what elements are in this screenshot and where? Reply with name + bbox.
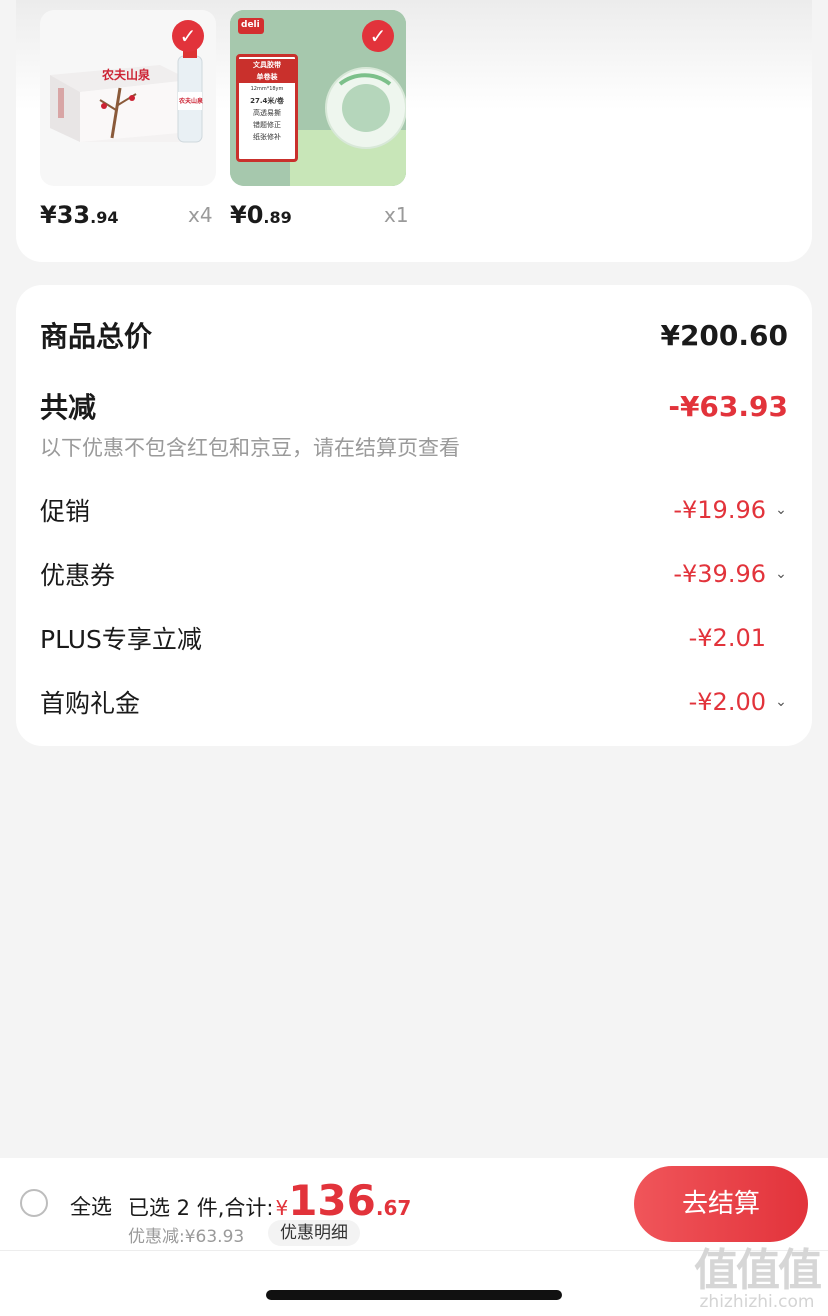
total-price-row: 商品总价 ¥200.60 [40,315,788,355]
promo-label: 促销 [40,497,91,526]
tape-line-2: 单卷装 [239,71,295,83]
tape-line-4: 27.4米/卷 [250,97,284,105]
home-indicator [266,1290,562,1300]
total-decimal: .67 [375,1196,412,1220]
tape-label-panel: 文具胶带 单卷装 12mm*18ym 27.4米/卷 高透易撕 错题修正 纸张修… [236,54,298,162]
plus-label: PLUS专享立减 [40,625,202,654]
total-reduce-row: 共减 -¥63.93 [40,386,788,426]
total-integer: 136 [288,1176,376,1225]
tape-line-1: 文具胶带 [239,59,295,71]
discount-detail-button[interactable]: 优惠明细 [268,1220,360,1246]
watermark: 值值值 zhizhizhi.com [694,1234,822,1312]
bottle-label-text: 农夫山泉 [179,98,204,105]
total-price-label: 商品总价 [40,320,153,353]
select-all-label[interactable]: 全选 [70,1191,112,1221]
discount-row-first-purchase[interactable]: 首购礼金 -¥2.00 ⌄ [40,684,788,720]
total-reduce-label: 共减 [40,391,97,424]
selected-count-text: 已选 2 件,合计: [128,1196,274,1220]
product-2-checkbox[interactable]: ✓ [362,20,394,52]
total-price-value: ¥200.60 [660,318,788,352]
product-2-quantity: x1 [384,203,409,227]
discount-text: 优惠减:¥63.93 [128,1227,245,1247]
discount-row-plus: PLUS专享立减 -¥2.01⌄ [40,620,788,656]
price-summary-card: 商品总价 ¥200.60 共减 -¥63.93 以下优惠不包含红包和京豆，请在结… [16,285,812,746]
chevron-down-icon[interactable]: ⌄ [774,566,788,582]
tape-line-3: 12mm*18ym [250,86,284,92]
product-1-checkbox[interactable]: ✓ [172,20,204,52]
promo-value: -¥19.96 [673,496,766,524]
total-reduce-value: -¥63.93 [668,389,788,423]
select-all-checkbox[interactable] [20,1189,48,1217]
coupon-value: -¥39.96 [673,560,766,588]
watermark-url: zhizhizhi.com [699,1292,815,1312]
plus-value: -¥2.01 [688,624,766,652]
box-text: 农夫山泉 [102,68,151,82]
tape-line-6: 错题修正 [253,121,281,129]
product-1-quantity: x4 [188,203,213,227]
watermark-logo: 值值值 [694,1245,822,1296]
discount-row-promo[interactable]: 促销 -¥19.96 ⌄ [40,492,788,528]
coupon-label: 优惠券 [40,561,116,590]
product-1-price: ¥33.94 [40,201,119,229]
product-2-price: ¥0.89 [230,201,292,229]
chevron-down-icon[interactable]: ⌄ [774,694,788,710]
currency-symbol: ¥ [275,1196,289,1220]
discount-note: 以下优惠不包含红包和京豆，请在结算页查看 [40,436,460,460]
first-purchase-value: -¥2.00 [688,688,766,716]
first-purchase-label: 首购礼金 [40,689,141,718]
checkout-button[interactable]: 去结算 [634,1166,808,1242]
brand-logo: deli [241,20,260,30]
chevron-down-icon[interactable]: ⌄ [774,502,788,518]
tape-line-5: 高透易撕 [253,109,281,117]
discount-row-coupon[interactable]: 优惠券 -¥39.96 ⌄ [40,556,788,592]
cart-total: 已选 2 件,合计: ¥ 136 .67 [128,1176,411,1225]
tape-line-7: 纸张修补 [253,133,281,141]
products-card: 农夫山泉 农夫山泉 ✓ ¥33.94 x4 deli 文具胶带 单卷装 12mm… [16,0,812,262]
